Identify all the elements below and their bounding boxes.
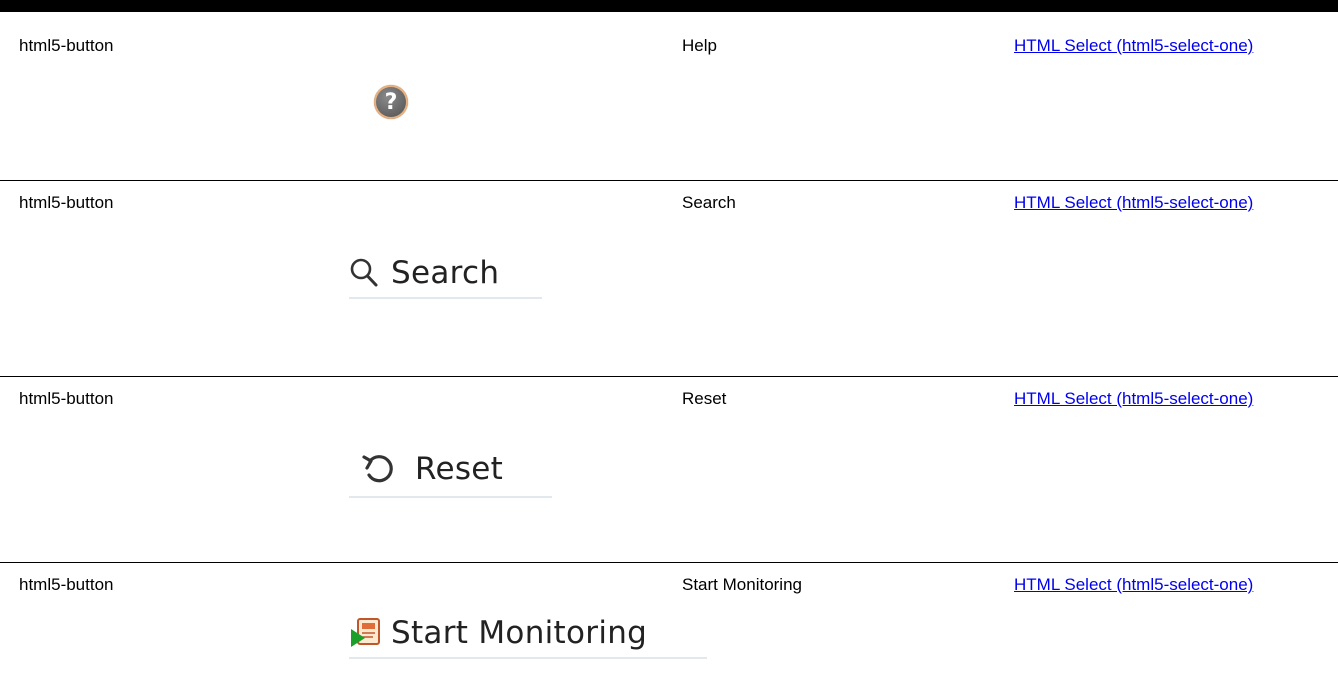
element-image: ? [374, 85, 408, 119]
element-type: html5-button [19, 36, 114, 55]
element-class-link[interactable]: HTML Select (html5-select-one) [1014, 193, 1314, 213]
start-monitoring-button-image[interactable]: Start Monitoring [349, 608, 707, 659]
table-row: html5-button Start Monitoring Start Moni… [0, 563, 1338, 697]
start-monitoring-label: Start Monitoring [391, 614, 648, 651]
element-class-link[interactable]: HTML Select (html5-select-one) [1014, 36, 1314, 56]
element-name: Start Monitoring [682, 575, 802, 594]
table-row: html5-button Reset Reset HTML Select (ht… [0, 377, 1338, 563]
element-class-link[interactable]: HTML Select (html5-select-one) [1014, 389, 1314, 409]
element-name: Reset [682, 389, 727, 408]
element-image: Search [349, 249, 542, 299]
element-type: html5-button [19, 575, 114, 594]
reset-label: Reset [415, 451, 504, 487]
element-type: html5-button [19, 389, 114, 408]
start-monitoring-icon [349, 616, 383, 650]
page: html5-button ? Help HTML Select (html5-s… [0, 0, 1338, 697]
element-class-link[interactable]: HTML Select (html5-select-one) [1014, 575, 1314, 595]
table-header-bar [0, 0, 1338, 12]
reset-button-image[interactable]: Reset [349, 442, 552, 498]
element-image: Reset [349, 442, 552, 498]
element-image: Start Monitoring [349, 608, 707, 659]
search-icon [349, 257, 379, 289]
element-name: Help [682, 36, 717, 55]
search-button-image[interactable]: Search [349, 249, 542, 299]
table-row: html5-button Search Search HTML Select (… [0, 181, 1338, 377]
element-name: Search [682, 193, 736, 212]
search-label: Search [391, 255, 500, 291]
table-row: html5-button ? Help HTML Select (html5-s… [0, 12, 1338, 181]
element-type: html5-button [19, 193, 114, 212]
help-icon[interactable]: ? [374, 85, 408, 119]
reset-icon [361, 451, 397, 487]
